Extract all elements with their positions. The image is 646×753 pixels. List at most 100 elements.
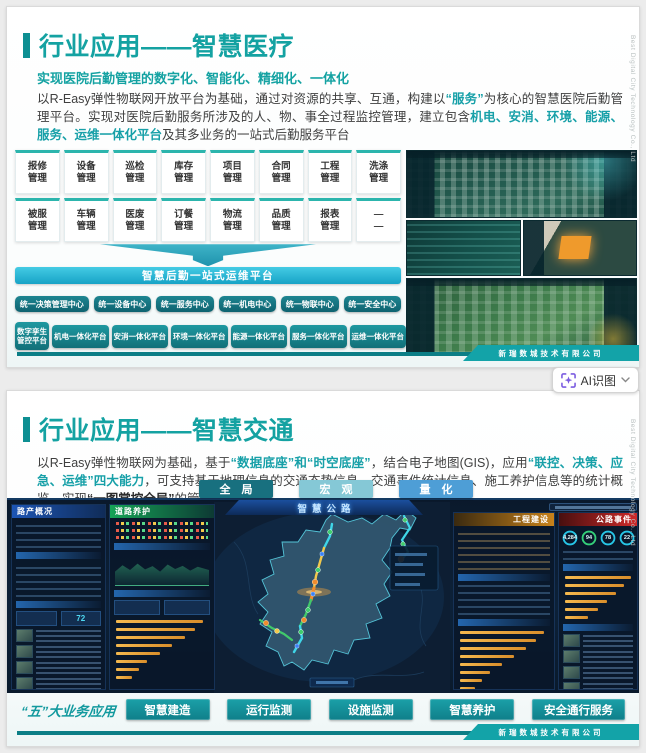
company-name: 新瑞数城技术有限公司: [498, 727, 604, 737]
dashboard-screenshots: [406, 150, 637, 356]
module-card-line2: 管理: [271, 173, 291, 185]
module-grid-row1: 报修 管理 设备 管理 巡检 管理 库存 管理 项目 管理 合同 管理 工程 管…: [15, 150, 401, 195]
view-mode-pill: 宏 观: [299, 480, 373, 498]
event-thumb-row: [563, 666, 633, 679]
module-card: 合同 管理: [258, 150, 304, 195]
module-card: 被服 管理: [15, 198, 60, 243]
facility-maintenance-bars: [110, 620, 214, 679]
side-watermark-text: Best Digital City Technology Co., Ltd: [629, 419, 636, 547]
module-card-line1: 车辆: [76, 208, 96, 220]
event-thumb-row: [16, 645, 101, 658]
center-pill: 统一服务中心: [156, 296, 214, 313]
dashboard-title: 智慧公路: [225, 500, 423, 515]
module-card-line2: 管理: [27, 221, 47, 233]
section-divider: [114, 590, 210, 597]
unified-centers-row: 统一决策管理中心 统一设备中心 统一服务中心 统一机电中心 统一物联中心 统一安全中心: [15, 296, 401, 313]
road-list-placeholder: [16, 563, 101, 597]
side-watermark-text: Best Digital City Technology Co., Ltd: [629, 35, 636, 163]
major-projects-placeholder: [458, 530, 550, 570]
highlighted-building: [557, 236, 592, 260]
maintenance-stat-chips: [114, 600, 210, 615]
event-gauge: 78: [600, 530, 615, 546]
section-divider: [458, 574, 550, 581]
dashboard-timestamp-chip: [549, 503, 637, 511]
road-condition-dotline: [116, 529, 208, 532]
slide-smart-traffic: 行业应用——智慧交通 以R-Easy弹性物联网为基础，基于“数据底座”和“时空底…: [6, 390, 640, 747]
business-applications-row: “五”大业务应用 智慧建造 运行监测 设施监测 智慧养护 安全通行服务: [20, 699, 625, 720]
module-card-line2: 管理: [320, 173, 340, 185]
ai-button-label: AI识图: [580, 373, 616, 388]
business-pill: 智慧养护: [430, 699, 515, 720]
event-thumb-row: [16, 661, 101, 674]
panel-events-header: 公路事件: [559, 513, 637, 526]
module-card-line2: 管理: [76, 173, 96, 185]
module-card: 医废 管理: [112, 198, 158, 243]
module-card-line1: 订餐: [174, 208, 194, 220]
hospital-aerial-screenshot: [406, 150, 637, 219]
chevron-down-icon[interactable]: [621, 377, 630, 383]
body-segment: 及其多业务的一站式后勤服务平台: [162, 127, 350, 142]
panel-road-maintenance: 道路养护: [109, 504, 215, 690]
ai-recognize-button[interactable]: AI识图: [551, 367, 639, 393]
module-card: 品质 管理: [258, 198, 304, 243]
panel-highway-events: 公路事件 4,284 94 78 22: [558, 512, 638, 690]
center-pill: 统一决策管理中心: [15, 296, 89, 313]
module-card: 项目 管理: [210, 150, 255, 195]
highway-dashboard-screenshot: 智慧公路 路产概况 72 道路养护 工程建设 公路事件 4,284 94 78 …: [7, 498, 639, 693]
module-card-line1: 物流: [222, 208, 242, 220]
footer-company-band: 新瑞数城技术有限公司: [463, 724, 639, 740]
footer-accent-line: [17, 352, 479, 356]
stat-chip: [16, 611, 57, 626]
module-card-line1: 巡检: [125, 160, 145, 172]
business-pill: 设施监测: [328, 699, 413, 720]
module-card: 工程 管理: [307, 150, 353, 195]
section-divider: [16, 552, 101, 559]
building-alert-screenshot: [522, 220, 637, 277]
module-card: — —: [356, 198, 401, 243]
slide2-footer: 新瑞数城技术有限公司: [7, 722, 639, 742]
event-thumb-row: [563, 634, 633, 647]
ai-scan-icon: [560, 372, 576, 388]
slide2-title-row: 行业应用——智慧交通: [23, 411, 625, 447]
center-pill: 统一物联中心: [281, 296, 339, 313]
module-grid-row2: 被服 管理 车辆 管理 医废 管理 订餐 管理 物流 管理 品质 管理 报表 管…: [15, 198, 401, 243]
slide2-page-title: 行业应用——智慧交通: [39, 417, 295, 445]
event-thumb-row: [563, 650, 633, 663]
digital-twin-line1: 数字孪生: [17, 326, 47, 336]
module-card: 洗涤 管理: [356, 150, 401, 195]
module-card-line1: 项目: [222, 160, 242, 172]
body-segment: 以R-Easy弹性物联网开放平台为基础，通过对资源的共享、互通，构建以: [37, 92, 446, 106]
hud-table-screenshot: [406, 220, 521, 277]
module-card: 设备 管理: [63, 150, 109, 195]
department-event-gauges: 4,284 94 78 22: [560, 530, 636, 546]
module-card-line2: 管理: [320, 221, 340, 233]
panel-maintenance-header: 道路养护: [110, 505, 214, 518]
module-card: 物流 管理: [210, 198, 255, 243]
platform-banner: 智慧后勤一站式运维平台: [15, 267, 401, 285]
stat-chip-value: 72: [60, 611, 101, 626]
event-stat-chips: 72: [16, 611, 101, 626]
view-mode-buttons: 全 局宏 观量 化: [199, 480, 473, 498]
panel-road-assets-header: 路产概况: [12, 505, 105, 518]
module-card-line1: 设备: [76, 160, 96, 172]
module-card-line1: 报修: [27, 160, 47, 172]
panel-road-assets: 路产概况 72: [11, 504, 106, 690]
module-card-line2: 管理: [222, 173, 242, 185]
five-business-label: “五”大业务应用: [20, 703, 117, 719]
road-condition-dotline: [116, 536, 208, 539]
module-card-line2: 管理: [369, 173, 389, 185]
module-card: 订餐 管理: [161, 198, 206, 243]
body-segment: “服务”: [445, 92, 484, 106]
module-card-line1: 医废: [125, 208, 145, 220]
slide1-footer: 新瑞数城技术有限公司: [7, 343, 639, 363]
module-card-line2: —: [373, 221, 384, 233]
stat-chip: [164, 600, 210, 615]
module-card-line2: 管理: [76, 221, 96, 233]
business-pill: 安全通行服务: [532, 699, 625, 720]
title-accent-bar: [23, 32, 30, 58]
module-card-line2: 管理: [125, 173, 145, 185]
maintenance-area-chart: [115, 563, 209, 586]
slide1-diagram: 报修 管理 设备 管理 巡检 管理 库存 管理 项目 管理 合同 管理 工程 管…: [15, 150, 406, 355]
module-card: 车辆 管理: [63, 198, 109, 243]
module-card-line1: 库存: [174, 160, 194, 172]
